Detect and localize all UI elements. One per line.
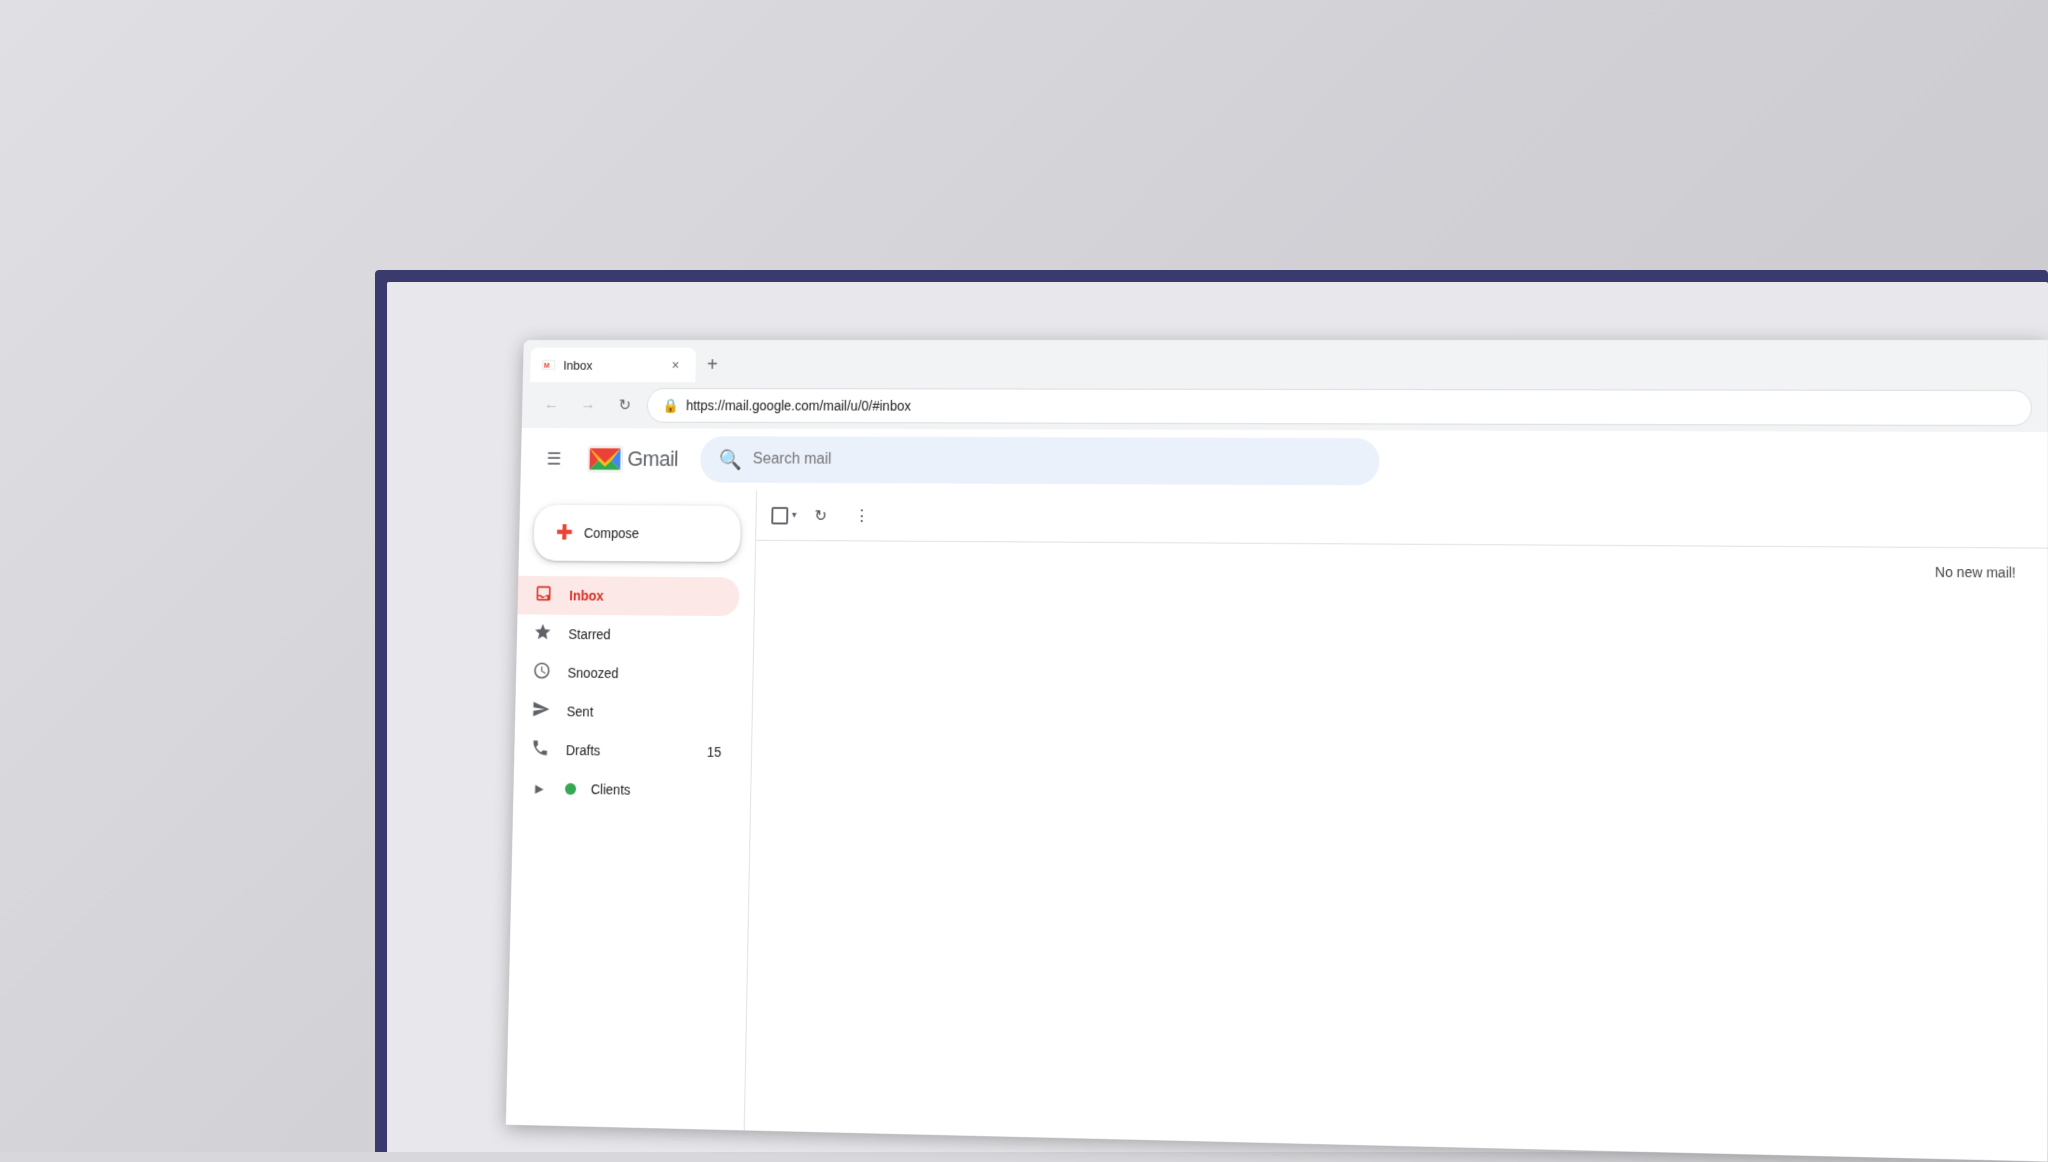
checkbox-box bbox=[771, 506, 788, 524]
clients-dot bbox=[565, 783, 576, 795]
toolbar: ▾ ↻ ⋮ bbox=[756, 490, 2048, 548]
gmail-m-icon bbox=[587, 445, 624, 472]
hamburger-icon: ☰ bbox=[546, 449, 561, 469]
search-bar[interactable]: 🔍 bbox=[700, 436, 1380, 485]
clients-label: Clients bbox=[591, 781, 721, 798]
url-text: https://mail.google.com/mail/u/0/#inbox bbox=[686, 398, 2015, 416]
compose-button[interactable]: ✚ Compose bbox=[533, 505, 741, 562]
drafts-count: 15 bbox=[707, 744, 722, 760]
gmail-logo: Gmail bbox=[587, 445, 679, 472]
more-icon: ⋮ bbox=[854, 506, 869, 525]
drafts-label: Drafts bbox=[566, 742, 692, 759]
gmail-text: Gmail bbox=[627, 447, 678, 472]
url-input[interactable]: 🔒 https://mail.google.com/mail/u/0/#inbo… bbox=[647, 388, 2032, 426]
reload-icon: ↻ bbox=[619, 396, 632, 415]
refresh-button[interactable]: ↻ bbox=[804, 498, 838, 533]
forward-icon: → bbox=[581, 397, 596, 414]
sidebar-item-snoozed[interactable]: Snoozed bbox=[516, 653, 738, 694]
sidebar-item-drafts[interactable]: Drafts 15 bbox=[514, 730, 737, 772]
svg-text:M: M bbox=[544, 362, 550, 370]
sidebar: ✚ Compose Inbox bbox=[506, 489, 756, 1130]
expand-icon: ▶ bbox=[528, 782, 550, 796]
search-icon: 🔍 bbox=[718, 447, 742, 471]
search-input[interactable] bbox=[753, 451, 1360, 471]
tab-bar: M Inbox × + bbox=[523, 340, 2048, 384]
forward-button[interactable]: → bbox=[573, 390, 603, 421]
active-tab[interactable]: M Inbox × bbox=[530, 348, 696, 383]
sidebar-item-starred[interactable]: Starred bbox=[517, 614, 739, 655]
browser-chrome: M Inbox × + ← → ↻ 🔒 bbox=[522, 340, 2048, 433]
no-mail-text: No new mail! bbox=[1935, 564, 2016, 581]
select-checkbox[interactable]: ▾ bbox=[771, 506, 796, 524]
more-options-button[interactable]: ⋮ bbox=[845, 498, 879, 533]
snoozed-label: Snoozed bbox=[567, 665, 723, 682]
back-icon: ← bbox=[544, 396, 559, 413]
sent-label: Sent bbox=[567, 704, 723, 721]
label-dot-green bbox=[565, 783, 576, 795]
address-bar: ← → ↻ 🔒 https://mail.google.com/mail/u/0… bbox=[522, 382, 2048, 432]
inbox-area: ▾ ↻ ⋮ No new mail! bbox=[744, 490, 2048, 1161]
inbox-icon bbox=[532, 583, 555, 607]
inbox-label: Inbox bbox=[569, 588, 724, 605]
tab-close-button[interactable]: × bbox=[666, 355, 685, 374]
sidebar-item-sent[interactable]: Sent bbox=[515, 691, 737, 732]
sidebar-item-inbox[interactable]: Inbox bbox=[517, 576, 739, 616]
drafts-icon bbox=[529, 738, 552, 762]
browser-window: M Inbox × + ← → ↻ 🔒 bbox=[506, 340, 2048, 1162]
gmail-header: ☰ Gmail bbox=[520, 428, 2048, 496]
snoozed-icon bbox=[531, 660, 554, 684]
lock-icon: 🔒 bbox=[662, 397, 678, 413]
back-button[interactable]: ← bbox=[537, 390, 567, 421]
new-tab-button[interactable]: + bbox=[699, 352, 725, 379]
starred-label: Starred bbox=[568, 626, 723, 643]
star-icon bbox=[531, 622, 554, 646]
sent-icon bbox=[530, 699, 553, 723]
sidebar-item-clients[interactable]: ▶ Clients bbox=[513, 769, 736, 811]
compose-icon: ✚ bbox=[556, 520, 573, 545]
tab-label: Inbox bbox=[563, 358, 659, 372]
refresh-icon: ↻ bbox=[814, 506, 827, 525]
compose-label: Compose bbox=[584, 525, 639, 541]
menu-button[interactable]: ☰ bbox=[535, 440, 572, 479]
reload-button[interactable]: ↻ bbox=[610, 390, 640, 421]
main-layout: ✚ Compose Inbox bbox=[506, 489, 2048, 1161]
tab-favicon: M bbox=[541, 357, 556, 372]
no-mail-area: No new mail! bbox=[745, 541, 2048, 1162]
checkbox-chevron-icon: ▾ bbox=[792, 510, 797, 521]
